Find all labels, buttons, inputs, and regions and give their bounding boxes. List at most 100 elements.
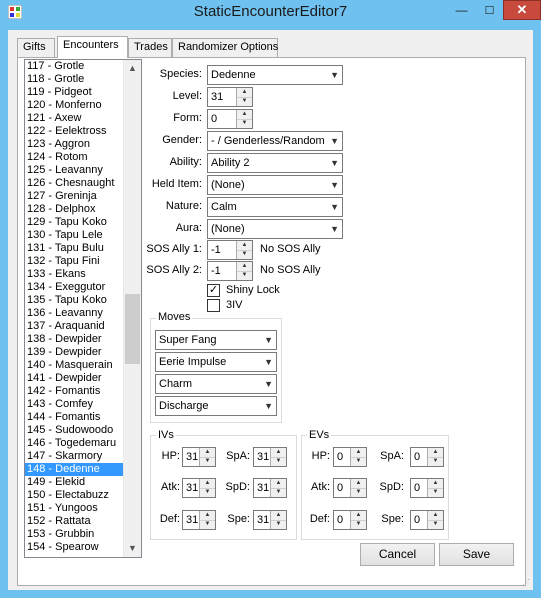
close-button[interactable]: ✕ [503,0,541,20]
ivs-group-title: IVs [156,429,176,441]
cancel-button[interactable]: Cancel [360,543,435,566]
3iv-checkbox[interactable] [207,299,220,312]
nature-label: Nature: [165,200,202,212]
form-value: 0 [211,113,218,125]
ev-spe-value: 0 [414,514,421,526]
spin-down-icon[interactable]: ▼ [351,488,366,497]
title-bar[interactable]: StaticEncounterEditor7 — ☐ ✕ [0,0,541,26]
spin-down-icon[interactable]: ▼ [428,488,443,497]
save-button[interactable]: Save [439,543,514,566]
form-stepper[interactable]: 0 ▲ ▼ [207,109,253,129]
tab-encounters[interactable]: Encounters [57,36,128,58]
ev-atk-label: Atk: [311,481,330,493]
ev-atk-value: 0 [337,482,344,494]
ev-atk-stepper[interactable]: 0 ▲ ▼ [333,478,367,498]
maximize-icon: ☐ [484,4,495,17]
iv-spe-value: 31 [257,514,270,526]
encounter-listbox[interactable]: 117 - Grotle 118 - Grotle 119 - Pidgeot 120… [24,59,142,558]
chevron-down-icon: ▼ [264,401,273,411]
ability-label: Ability: [169,156,202,168]
tab-gifts[interactable]: Gifts [17,38,55,57]
window-client: Gifts Encounters Trades Randomizer Optio… [8,30,533,590]
aura-dropdown[interactable]: (None) ▼ [207,219,343,239]
spin-down-icon[interactable]: ▼ [351,457,366,466]
iv-spd-spin-buttons: ▲ ▼ [270,479,286,497]
move-3-dropdown[interactable]: Charm ▼ [155,374,277,394]
spin-down-icon[interactable]: ▼ [237,250,252,259]
level-stepper[interactable]: 31 ▲ ▼ [207,87,253,107]
iv-spa-value: 31 [257,451,270,463]
chevron-down-icon: ▼ [330,158,339,168]
shiny-lock-label[interactable]: Shiny Lock [226,284,280,296]
3iv-label[interactable]: 3IV [226,299,243,311]
level-spin-buttons: ▲ ▼ [236,88,252,106]
iv-def-stepper[interactable]: 31 ▲ ▼ [182,510,216,530]
iv-def-spin-buttons: ▲ ▼ [199,511,215,529]
spin-down-icon[interactable]: ▼ [200,457,215,466]
nature-dropdown[interactable]: Calm ▼ [207,197,343,217]
minimize-button[interactable]: — [448,0,475,20]
spin-down-icon[interactable]: ▼ [200,520,215,529]
ev-spd-stepper[interactable]: 0 ▲ ▼ [410,478,444,498]
iv-atk-stepper[interactable]: 31 ▲ ▼ [182,478,216,498]
chevron-down-icon: ▼ [264,335,273,345]
ev-spd-value: 0 [414,482,421,494]
spin-down-icon[interactable]: ▼ [271,488,286,497]
sos-ally-1-stepper[interactable]: -1 ▲ ▼ [207,240,253,260]
iv-hp-stepper[interactable]: 31 ▲ ▼ [182,447,216,467]
iv-spd-label: SpD: [225,481,250,493]
ev-def-value: 0 [337,514,344,526]
form-spin-buttons: ▲ ▼ [236,110,252,128]
scroll-down-arrow-icon[interactable]: ▼ [124,540,141,557]
spin-down-icon[interactable]: ▼ [237,97,252,106]
ability-dropdown[interactable]: Ability 2 ▼ [207,153,343,173]
ev-spd-label: SpD: [379,481,404,493]
sos-ally-2-desc: No SOS Ally [260,264,321,276]
iv-spe-stepper[interactable]: 31 ▲ ▼ [253,510,287,530]
spin-down-icon[interactable]: ▼ [428,520,443,529]
ev-spa-label: SpA: [380,450,404,462]
spin-down-icon[interactable]: ▼ [271,520,286,529]
spin-down-icon[interactable]: ▼ [237,271,252,280]
iv-atk-label: Atk: [161,481,180,493]
ev-spa-stepper[interactable]: 0 ▲ ▼ [410,447,444,467]
level-label: Level: [172,90,202,102]
spin-down-icon[interactable]: ▼ [351,520,366,529]
ev-hp-spin-buttons: ▲ ▼ [350,448,366,466]
resize-grip-icon[interactable]: ⋰ [522,578,530,587]
tab-randomizer-options[interactable]: Randomizer Options [172,38,278,57]
spin-down-icon[interactable]: ▼ [271,457,286,466]
tab-trades[interactable]: Trades [128,38,172,57]
spin-down-icon[interactable]: ▼ [428,457,443,466]
scroll-thumb[interactable] [125,294,140,364]
shiny-lock-checkbox[interactable]: ✓ [207,284,220,297]
sos-ally-2-value: -1 [211,265,221,277]
move-4-dropdown[interactable]: Discharge ▼ [155,396,277,416]
species-label: Species: [159,68,202,80]
maximize-button[interactable]: ☐ [476,0,503,20]
iv-hp-label: HP: [161,450,180,462]
iv-spe-spin-buttons: ▲ ▼ [270,511,286,529]
held-item-dropdown[interactable]: (None) ▼ [207,175,343,195]
iv-spa-spin-buttons: ▲ ▼ [270,448,286,466]
app-window: StaticEncounterEditor7 — ☐ ✕ Gifts Encou… [0,0,541,598]
spin-down-icon[interactable]: ▼ [237,119,252,128]
sos-ally-2-stepper[interactable]: -1 ▲ ▼ [207,261,253,281]
ev-spd-spin-buttons: ▲ ▼ [427,479,443,497]
sos-ally-1-desc: No SOS Ally [260,243,321,255]
ev-spe-stepper[interactable]: 0 ▲ ▼ [410,510,444,530]
iv-spe-label: Spe: [227,513,250,525]
ev-def-spin-buttons: ▲ ▼ [350,511,366,529]
move-2-dropdown[interactable]: Eerie Impulse ▼ [155,352,277,372]
iv-spd-stepper[interactable]: 31 ▲ ▼ [253,478,287,498]
check-icon: ✓ [208,284,219,296]
ev-hp-stepper[interactable]: 0 ▲ ▼ [333,447,367,467]
iv-spa-stepper[interactable]: 31 ▲ ▼ [253,447,287,467]
move-1-dropdown[interactable]: Super Fang ▼ [155,330,277,350]
chevron-down-icon: ▼ [330,224,339,234]
gender-dropdown[interactable]: - / Genderless/Random ▼ [207,131,343,151]
ev-def-stepper[interactable]: 0 ▲ ▼ [333,510,367,530]
spin-down-icon[interactable]: ▼ [200,488,215,497]
species-dropdown[interactable]: Dedenne ▼ [207,65,343,85]
ev-spa-value: 0 [414,451,421,463]
